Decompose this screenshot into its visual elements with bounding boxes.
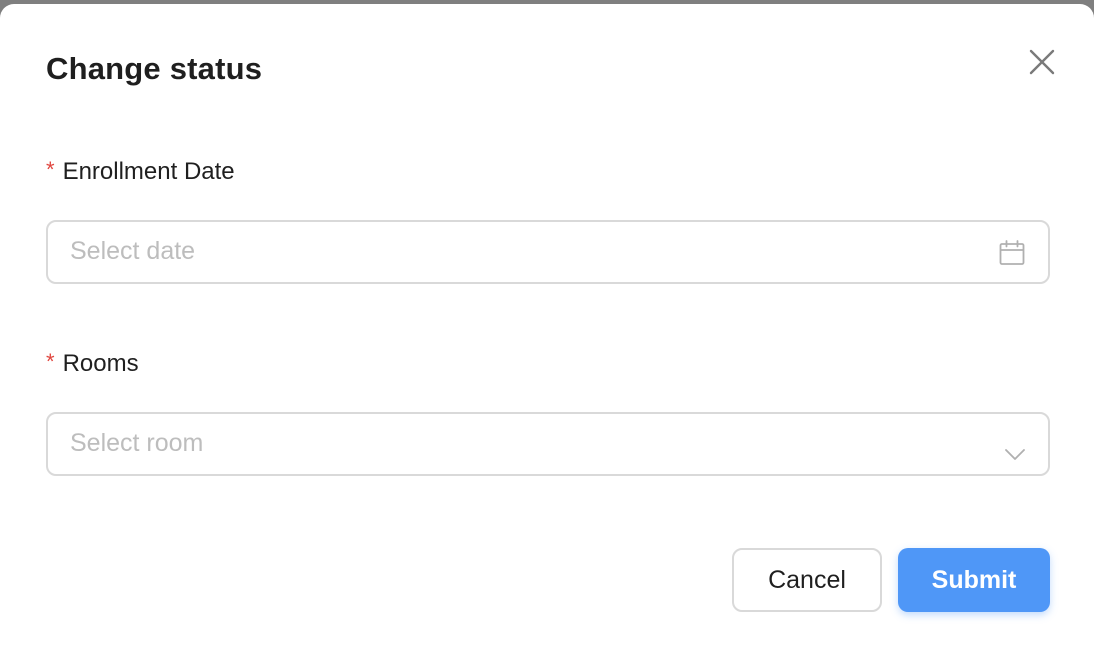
dialog-title: Change status <box>46 51 263 86</box>
required-marker: * <box>46 349 55 374</box>
submit-button[interactable]: Submit <box>898 548 1050 612</box>
close-button[interactable] <box>1024 44 1060 80</box>
rooms-label: * Rooms <box>46 349 139 378</box>
enrollment-date-label-text: Enrollment Date <box>62 158 235 185</box>
enrollment-date-placeholder: Select date <box>70 237 196 265</box>
cancel-button[interactable]: Cancel <box>732 548 882 612</box>
calendar-icon <box>998 239 1026 267</box>
rooms-select[interactable]: Select room <box>46 412 1050 476</box>
chevron-down-icon <box>1002 444 1028 464</box>
change-status-dialog: Change status * Enrollment Date Select d… <box>0 4 1094 650</box>
enrollment-date-label: * Enrollment Date <box>46 157 235 186</box>
rooms-label-text: Rooms <box>62 350 139 377</box>
rooms-placeholder: Select room <box>70 429 204 457</box>
enrollment-date-picker[interactable]: Select date <box>46 220 1050 284</box>
close-icon <box>1024 44 1060 80</box>
required-marker: * <box>46 157 55 182</box>
